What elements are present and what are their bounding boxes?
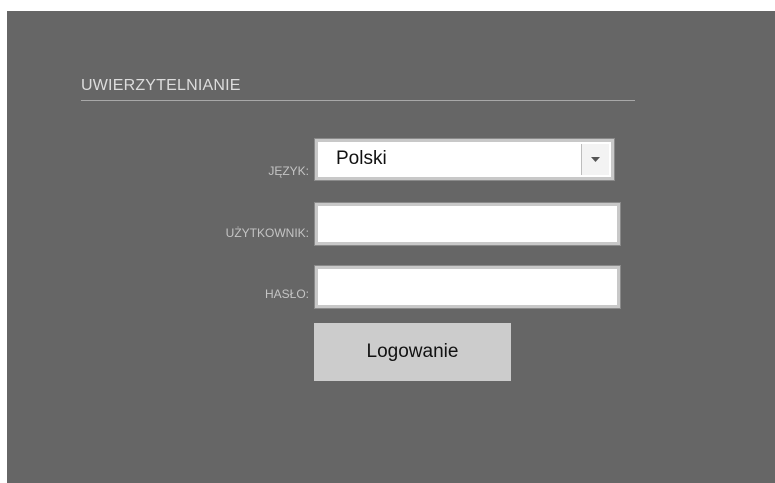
dropdown-button[interactable] — [581, 144, 609, 175]
password-field[interactable] — [314, 265, 621, 309]
language-select[interactable]: Polski — [314, 138, 615, 181]
login-panel: UWIERZYTELNIANIE JĘZYK: Polski UŻYTKOWNI… — [7, 11, 775, 483]
login-button[interactable]: Logowanie — [314, 323, 511, 381]
language-label: JĘZYK: — [268, 164, 309, 178]
password-label: HASŁO: — [264, 287, 309, 301]
chevron-down-icon — [591, 157, 600, 162]
page-title: UWIERZYTELNIANIE — [81, 77, 241, 94]
title-divider — [81, 100, 635, 101]
language-selected-value: Polski — [336, 148, 387, 169]
username-label: UŻYTKOWNIK: — [225, 226, 309, 240]
username-field[interactable] — [314, 202, 621, 246]
